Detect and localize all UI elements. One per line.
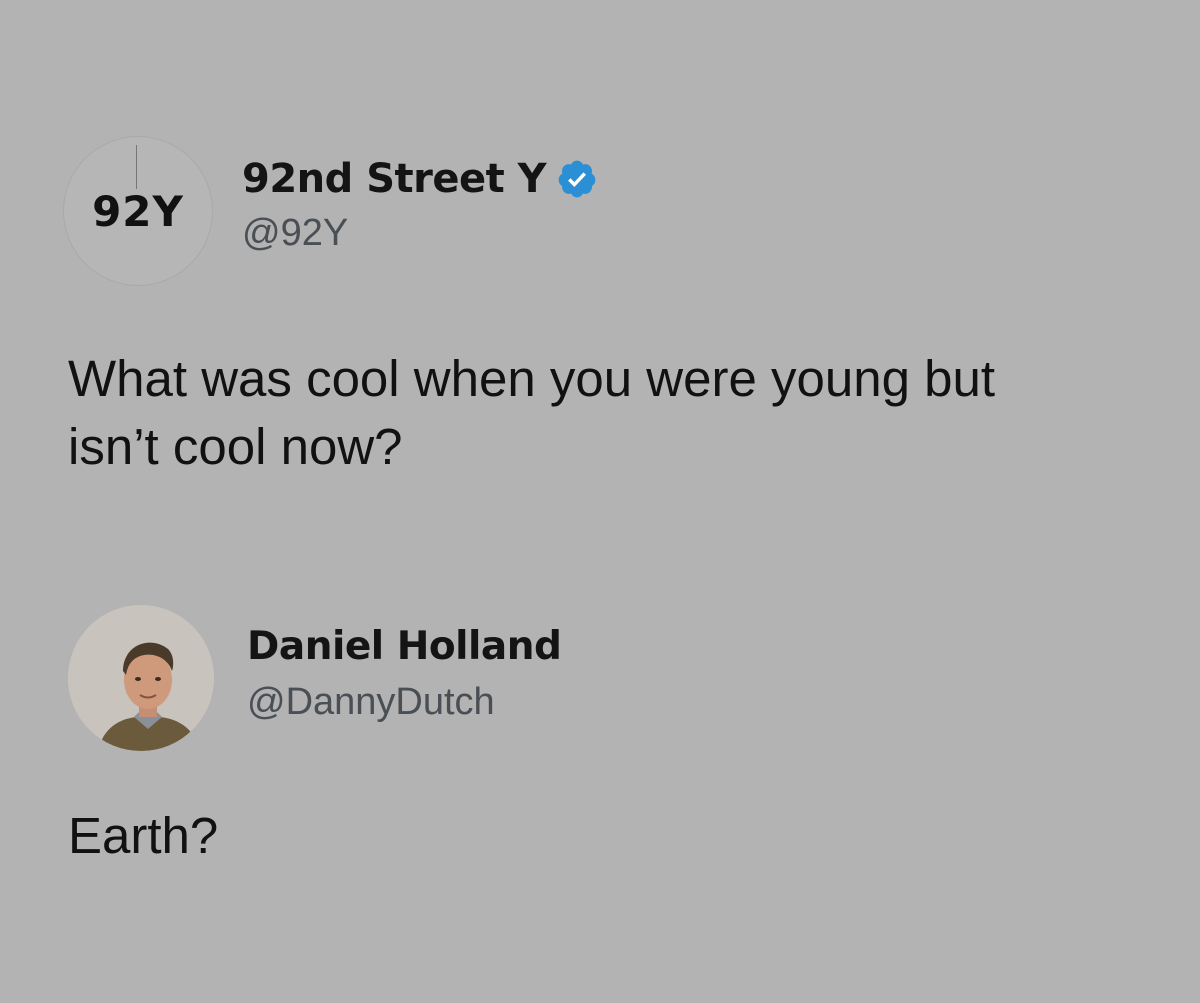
tweet-text: What was cool when you were young but is… [68,345,995,481]
tweet-screenshot: 92Y 92nd Street Y @92Y What was cool whe… [0,0,1200,1003]
tweet-text-line-2: isn’t cool now? [68,418,403,475]
reply-handle[interactable]: @DannyDutch [247,681,561,724]
reply-header: Daniel Holland @DannyDutch [68,605,562,751]
tweet-header: 92Y 92nd Street Y @92Y [64,137,598,285]
tweet-text-line-1: What was cool when you were young but [68,350,996,407]
display-name[interactable]: 92nd Street Y [242,156,547,202]
tweet-author: 92nd Street Y @92Y [242,156,598,255]
reply-display-name[interactable]: Daniel Holland [247,624,562,669]
verified-badge-icon [558,160,596,197]
reply-author: Daniel Holland @DannyDutch [247,624,562,724]
reply-text: Earth? [68,802,218,870]
avatar-92y[interactable]: 92Y [64,137,212,285]
profile-photo-icon [68,605,214,751]
avatar-logo-text: 92Y [92,186,184,236]
avatar-daniel-holland[interactable] [68,605,214,751]
logo-divider [136,145,137,189]
reply-text-line: Earth? [68,807,219,864]
handle[interactable]: @92Y [242,212,598,255]
display-name-row: 92nd Street Y [242,156,598,202]
